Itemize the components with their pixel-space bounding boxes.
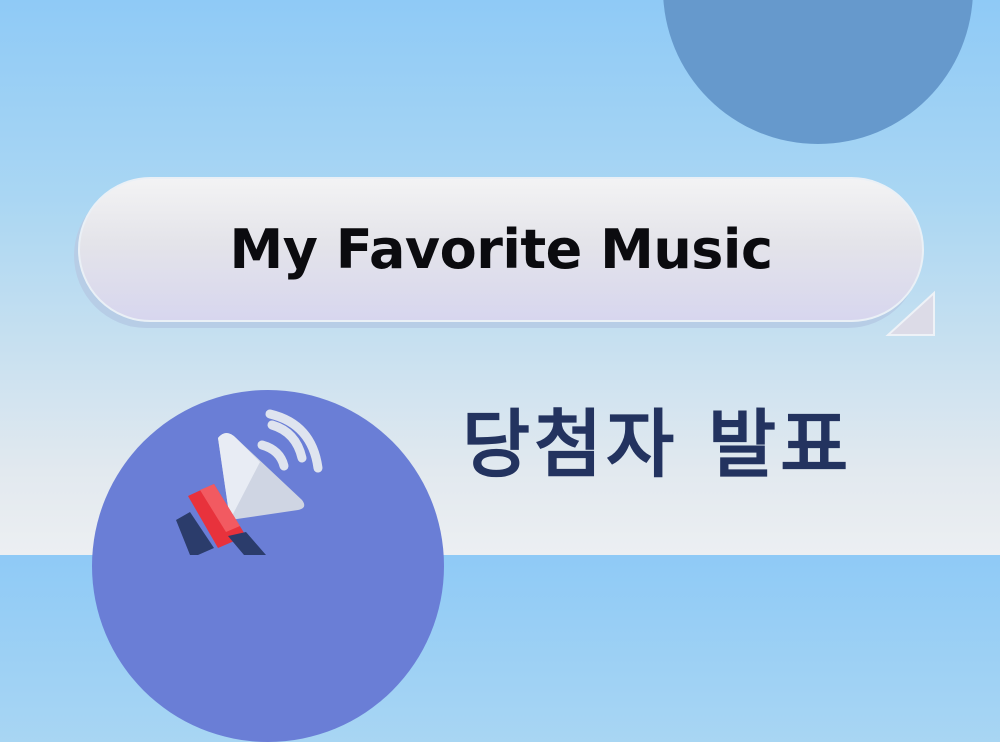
bubble-title: My Favorite Music bbox=[229, 218, 773, 281]
decorative-circle-bottom bbox=[92, 390, 444, 742]
announcement-heading: 당첨자 발표 bbox=[462, 402, 853, 488]
speech-bubble: My Favorite Music bbox=[78, 177, 924, 322]
decorative-circle-top bbox=[663, 0, 973, 144]
